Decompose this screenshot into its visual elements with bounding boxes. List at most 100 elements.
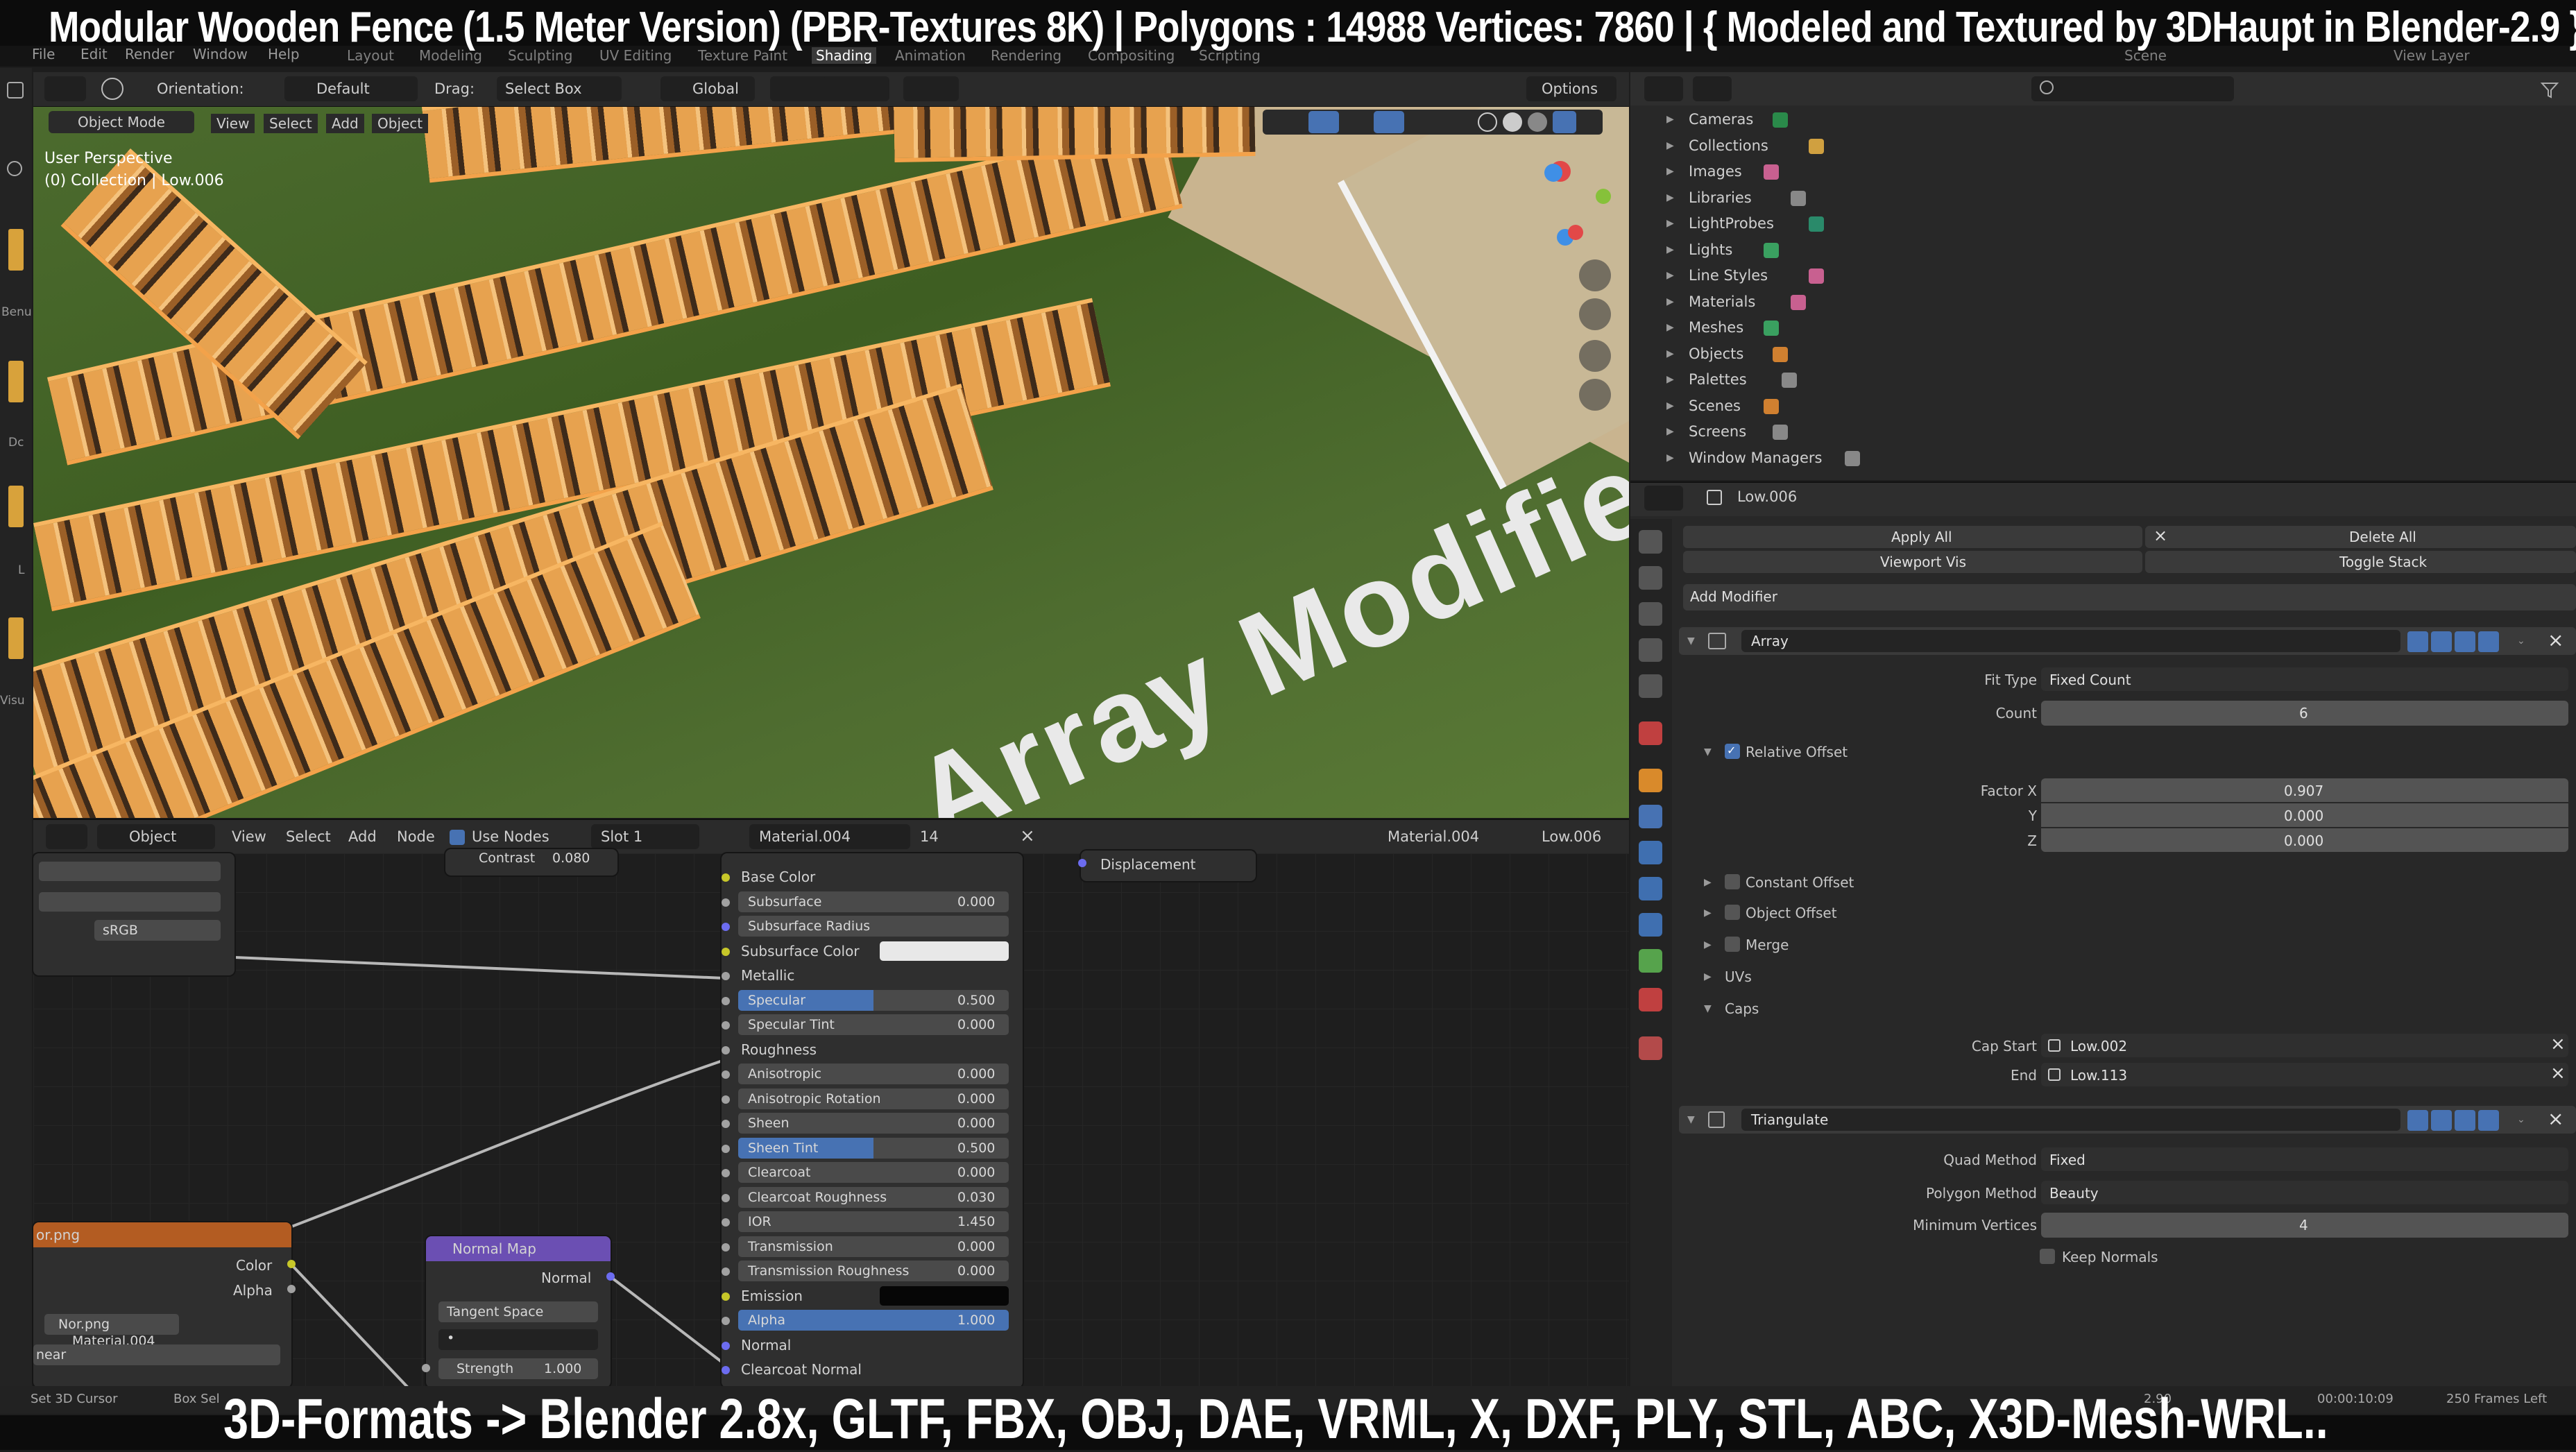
world-tab-icon[interactable] <box>1639 721 1662 745</box>
pan-hand-icon[interactable] <box>1579 298 1611 330</box>
outliner-item[interactable]: Window Managers <box>1689 450 1822 466</box>
expand-arrow-icon[interactable]: ▶ <box>1666 114 1674 125</box>
render-tab-icon[interactable] <box>1639 566 1662 590</box>
expand-arrow-icon[interactable]: ▶ <box>1666 348 1674 359</box>
render-toggle[interactable] <box>2478 1110 2499 1131</box>
input-socket[interactable] <box>722 1120 730 1128</box>
outliner-item[interactable]: Cameras <box>1689 111 1753 128</box>
search-icon[interactable] <box>7 161 22 176</box>
viewport-menu-add[interactable]: Add <box>326 114 364 133</box>
gizmo-z-axis[interactable] <box>1544 164 1562 182</box>
outliner-item[interactable]: LightProbes <box>1689 215 1774 232</box>
tool-highlight[interactable] <box>8 361 24 402</box>
remove-modifier-icon[interactable]: × <box>2548 629 2564 651</box>
modifier-menu-icon[interactable]: ⌄ <box>2517 635 2525 647</box>
close-icon[interactable]: × <box>1020 826 1035 846</box>
strength-input-socket[interactable] <box>422 1364 430 1372</box>
material-shading-button[interactable] <box>1528 112 1547 132</box>
outliner-item[interactable]: Libraries <box>1689 189 1752 206</box>
input-socket[interactable] <box>722 1341 730 1350</box>
modifier-menu-icon[interactable]: ⌄ <box>2517 1114 2525 1125</box>
quad-method-dropdown[interactable] <box>2041 1147 2568 1171</box>
proportional-dropdown[interactable] <box>903 76 959 101</box>
node-menu-view[interactable]: View <box>232 828 266 845</box>
wireframe-shading-button[interactable] <box>1478 112 1497 132</box>
ortho-grid-icon[interactable] <box>1579 379 1611 411</box>
tool-highlight[interactable] <box>8 617 24 659</box>
input-socket[interactable] <box>722 1242 730 1252</box>
outliner-item[interactable]: Palettes <box>1689 371 1747 388</box>
caps-arrow[interactable]: ▼ <box>1704 1003 1712 1014</box>
snap-dropdown[interactable] <box>823 76 889 101</box>
viewport-menu-select[interactable]: Select <box>264 114 318 133</box>
expand-arrow-icon[interactable]: ▶ <box>1666 192 1674 203</box>
input-socket[interactable] <box>722 898 730 907</box>
array-name-field[interactable] <box>1741 630 2400 652</box>
transform-pivot-icon[interactable] <box>101 78 123 100</box>
3d-viewport[interactable]: Array Modifier User Perspective (0) Coll… <box>33 107 1629 818</box>
expand-arrow-icon[interactable]: ▶ <box>1666 400 1674 411</box>
polygon-method-dropdown[interactable] <box>2041 1181 2568 1204</box>
tool-highlight[interactable] <box>8 229 24 271</box>
object-offset-arrow[interactable]: ▶ <box>1704 907 1712 919</box>
input-socket[interactable] <box>722 873 730 882</box>
constant-offset-arrow[interactable]: ▶ <box>1704 877 1712 888</box>
input-socket[interactable] <box>722 1193 730 1202</box>
input-socket[interactable] <box>722 1045 730 1054</box>
tool-highlight[interactable] <box>8 486 24 527</box>
solid-shading-button[interactable] <box>1503 112 1522 132</box>
expand-arrow-icon[interactable]: ▶ <box>1666 218 1674 229</box>
input-socket[interactable] <box>722 1070 730 1079</box>
viewport-toggle[interactable] <box>2455 1110 2475 1131</box>
editor-type-icon[interactable] <box>7 82 24 99</box>
use-nodes-checkbox[interactable] <box>450 830 465 845</box>
outliner-item[interactable]: Line Styles <box>1689 267 1768 284</box>
outliner-item[interactable]: Screens <box>1689 423 1746 440</box>
interpolation-dropdown[interactable] <box>33 1344 280 1365</box>
viewport-menu-view[interactable]: View <box>211 114 255 133</box>
outliner-item[interactable]: Collections <box>1689 137 1768 154</box>
outliner-type-dropdown[interactable] <box>1644 76 1683 101</box>
color-swatch[interactable] <box>880 1286 1009 1306</box>
expand-arrow-icon[interactable]: ▶ <box>1666 426 1674 437</box>
input-socket[interactable] <box>722 1021 730 1030</box>
display-mode-dropdown[interactable] <box>1693 76 1732 101</box>
input-socket[interactable] <box>722 1095 730 1104</box>
texture-tab-icon[interactable] <box>1639 1036 1662 1060</box>
normal-output-socket[interactable] <box>606 1272 615 1281</box>
input-socket[interactable] <box>722 1366 730 1374</box>
input-socket[interactable] <box>722 923 730 931</box>
expand-arrow-icon[interactable]: ▶ <box>1666 374 1674 385</box>
alpha-output-socket[interactable] <box>287 1285 296 1293</box>
outliner-item[interactable]: Images <box>1689 163 1742 180</box>
node-editor-type-dropdown[interactable] <box>46 824 87 849</box>
viewport-toggle[interactable] <box>2455 631 2475 652</box>
scene-tab-icon[interactable] <box>1639 674 1662 698</box>
triangulate-name-field[interactable] <box>1741 1109 2400 1131</box>
expand-arrow-icon[interactable]: ▶ <box>1666 322 1674 333</box>
node-dropdown[interactable] <box>39 862 221 881</box>
expand-arrow-icon[interactable]: ▶ <box>1666 244 1674 255</box>
collapse-arrow-icon[interactable]: ▼ <box>1687 1114 1695 1125</box>
clear-cap-start-icon[interactable]: × <box>2550 1034 2566 1054</box>
viewport-menu-object[interactable]: Object <box>372 114 429 133</box>
relative-offset-arrow[interactable]: ▼ <box>1704 746 1712 758</box>
keep-normals-checkbox[interactable] <box>2040 1249 2055 1264</box>
constant-offset-checkbox[interactable] <box>1725 874 1740 889</box>
edit-mode-toggle[interactable] <box>2407 1110 2428 1131</box>
view-layer-tab-icon[interactable] <box>1639 638 1662 662</box>
input-socket[interactable] <box>722 1267 730 1276</box>
expand-arrow-icon[interactable]: ▶ <box>1666 452 1674 463</box>
input-socket[interactable] <box>722 1144 730 1153</box>
cage-toggle[interactable] <box>2431 631 2452 652</box>
particles-tab-icon[interactable] <box>1639 841 1662 864</box>
input-socket[interactable] <box>722 1218 730 1227</box>
gizmo-neg-x[interactable] <box>1568 225 1583 240</box>
node-menu-select[interactable]: Select <box>286 828 331 845</box>
constraints-tab-icon[interactable] <box>1639 913 1662 937</box>
node-dropdown[interactable] <box>39 892 221 912</box>
input-socket[interactable] <box>722 1169 730 1177</box>
node-menu-add[interactable]: Add <box>348 828 377 845</box>
modifier-tab-icon[interactable] <box>1639 805 1662 828</box>
cage-toggle[interactable] <box>2431 1110 2452 1131</box>
